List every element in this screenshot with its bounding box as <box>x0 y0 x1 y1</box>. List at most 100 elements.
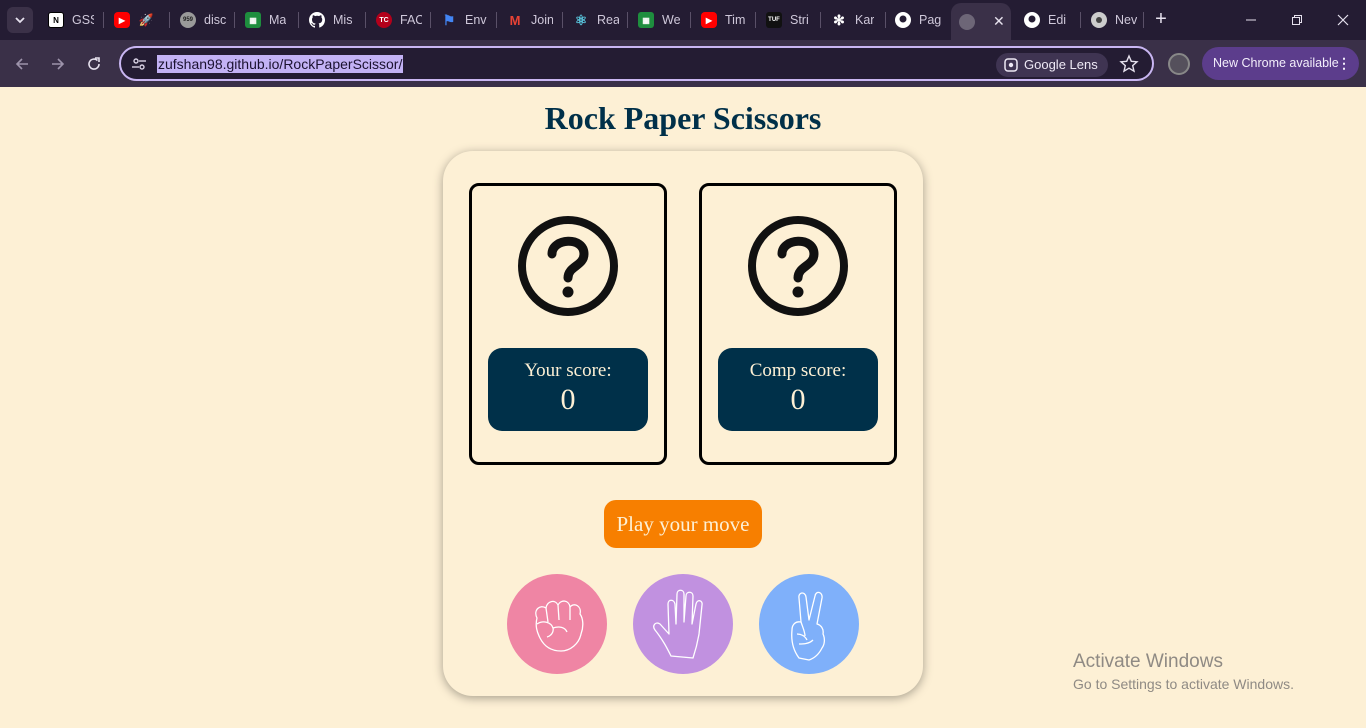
user-panel: Your score: 0 <box>469 183 667 465</box>
github-icon <box>895 12 911 28</box>
tab-active-rps[interactable]: ✕ <box>951 3 1011 40</box>
question-mark-icon <box>748 216 848 316</box>
new-chrome-available-button[interactable]: New Chrome available ⋮ <box>1202 47 1359 80</box>
site-settings-icon[interactable] <box>131 56 147 72</box>
tab-divider <box>103 12 104 28</box>
tab-kar[interactable]: ✻ Kar <box>823 4 885 36</box>
tab-divider <box>496 12 497 28</box>
github-icon <box>309 12 325 28</box>
rocket-icon: 🚀 <box>138 13 154 27</box>
fist-icon <box>535 600 584 652</box>
tab-youtube-multi[interactable]: ▶ 🚀 <box>106 4 164 36</box>
tab-gss[interactable]: N GSS <box>40 4 98 36</box>
tab-divider <box>627 12 628 28</box>
tab-divider <box>562 12 563 28</box>
globe-icon <box>959 13 975 30</box>
close-icon <box>1337 14 1349 26</box>
arrow-right-icon <box>52 58 65 70</box>
url-text[interactable]: zufshan98.github.io/RockPaperScissor/ <box>157 55 404 73</box>
chevron-down-icon <box>15 17 25 24</box>
paper-choice-button[interactable] <box>633 574 733 674</box>
tab-search-button[interactable] <box>7 7 33 33</box>
game-card: Your score: 0 Comp score: 0 Play your mo… <box>443 151 923 696</box>
tab-divider <box>690 12 691 28</box>
github-icon <box>1024 12 1040 28</box>
activate-windows-title: Activate Windows <box>1073 651 1223 672</box>
sheets-icon: ▦ <box>638 12 654 28</box>
restore-button[interactable] <box>1274 0 1320 40</box>
comp-score-box: Comp score: 0 <box>718 348 878 431</box>
tab-divider <box>169 12 170 28</box>
peace-hand-icon <box>791 591 826 661</box>
user-score-value: 0 <box>560 383 576 416</box>
tab-divider <box>234 12 235 28</box>
tab-disc[interactable]: 959 disc <box>172 4 234 36</box>
chrome-icon <box>1091 12 1107 28</box>
restore-icon <box>1292 15 1302 25</box>
tab-we[interactable]: ▦ We <box>630 4 690 36</box>
tab-divider <box>755 12 756 28</box>
avatar-icon: 959 <box>180 12 196 28</box>
tab-edi[interactable]: Edi <box>1016 4 1078 36</box>
tab-rea[interactable]: ⚛ Rea <box>565 4 627 36</box>
tab-env[interactable]: ⚑ Env <box>433 4 495 36</box>
tab-tim[interactable]: ▶ Tim <box>693 4 753 36</box>
tab-stri[interactable]: TUF Stri <box>758 4 820 36</box>
tab-pag[interactable]: Pag <box>887 4 949 36</box>
forward-button[interactable] <box>44 50 72 78</box>
tab-divider <box>885 12 886 28</box>
more-menu-icon[interactable]: ⋮ <box>1337 47 1351 80</box>
tab-nev[interactable]: Nev <box>1083 4 1143 36</box>
gmail-icon: M <box>509 12 521 28</box>
tab-strip: N GSS ▶ 🚀 959 disc ▦ Ma Mis TC FAC ⚑ Env… <box>0 0 1366 40</box>
new-tab-button[interactable]: + <box>1150 9 1172 31</box>
reload-button[interactable] <box>80 50 108 78</box>
open-hand-icon <box>653 589 703 659</box>
activate-windows-subtitle: Go to Settings to activate Windows. <box>1073 676 1294 692</box>
question-mark-icon <box>518 216 618 316</box>
comp-score-label: Comp score: <box>749 360 847 381</box>
profile-avatar[interactable] <box>1168 53 1190 75</box>
rock-choice-button[interactable] <box>507 574 607 674</box>
scissors-choice-button[interactable] <box>759 574 859 674</box>
notion-icon: N <box>48 12 64 28</box>
react-icon: ⚛ <box>574 11 588 28</box>
tab-divider <box>298 12 299 28</box>
youtube-icon: ▶ <box>114 12 130 28</box>
arrow-left-icon <box>15 58 28 70</box>
tab-mis[interactable]: Mis <box>301 4 363 36</box>
tab-divider <box>820 12 821 28</box>
computer-panel: Comp score: 0 <box>699 183 897 465</box>
page-title: Rock Paper Scissors <box>544 100 822 136</box>
tab-divider <box>365 12 366 28</box>
address-bar[interactable]: zufshan98.github.io/RockPaperScissor/ Go… <box>119 46 1154 81</box>
tab-fac[interactable]: TC FAC <box>368 4 428 36</box>
flag-icon: ⚑ <box>442 11 456 28</box>
tab-divider <box>1143 12 1144 28</box>
tc-icon: TC <box>376 12 392 28</box>
youtube-icon: ▶ <box>701 12 717 28</box>
back-button[interactable] <box>8 50 36 78</box>
minimize-icon <box>1246 19 1256 21</box>
reload-icon <box>88 57 100 70</box>
openai-icon: ✻ <box>833 11 845 28</box>
tuf-icon: TUF <box>766 12 782 28</box>
comp-score-value: 0 <box>790 383 806 416</box>
tab-divider <box>1080 12 1081 28</box>
windows-activation-watermark: Activate Windows Go to Settings to activ… <box>1073 651 1294 692</box>
user-score-label: Your score: <box>524 360 612 381</box>
google-lens-button[interactable]: Google Lens <box>996 53 1108 77</box>
tab-join[interactable]: M Join <box>499 4 561 36</box>
close-window-button[interactable] <box>1320 0 1366 40</box>
minimize-button[interactable] <box>1228 0 1274 40</box>
tab-divider <box>430 12 431 28</box>
user-score-box: Your score: 0 <box>488 348 648 431</box>
close-tab-icon[interactable]: ✕ <box>993 13 1005 30</box>
play-your-move-button[interactable]: Play your move <box>604 500 762 548</box>
lens-icon <box>1004 58 1018 72</box>
tab-ma[interactable]: ▦ Ma <box>237 4 297 36</box>
google-lens-label: Google Lens <box>1024 57 1098 72</box>
update-label: New Chrome available <box>1213 56 1339 70</box>
bookmark-star-icon[interactable] <box>1119 54 1139 74</box>
sheets-icon: ▦ <box>245 12 261 28</box>
